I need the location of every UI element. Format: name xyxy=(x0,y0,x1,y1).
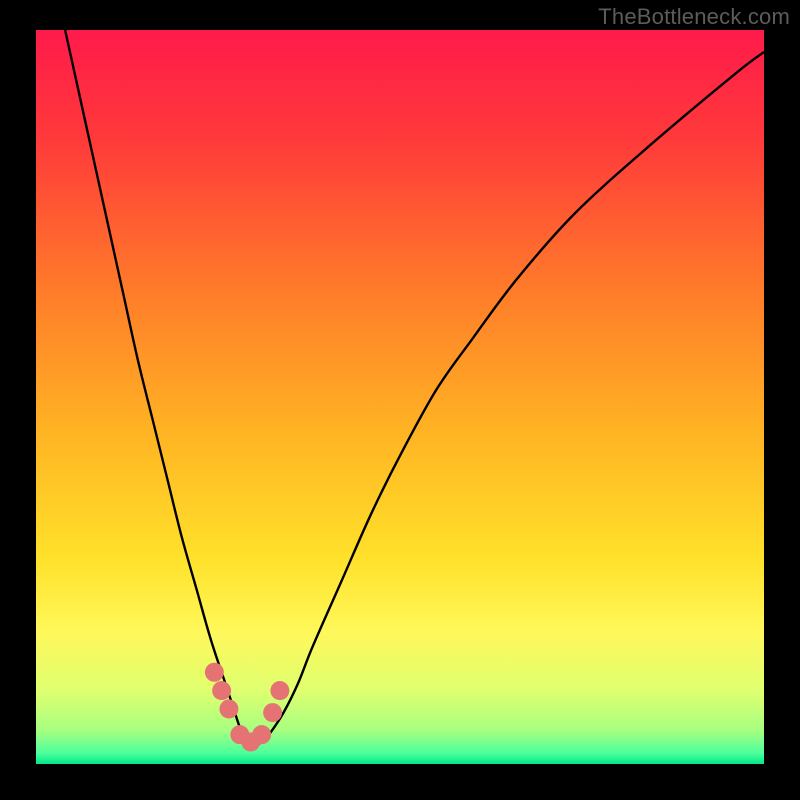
highlight-dot xyxy=(212,681,231,700)
bottleneck-curve xyxy=(65,30,764,746)
watermark-text: TheBottleneck.com xyxy=(598,4,790,30)
highlight-dot xyxy=(270,681,289,700)
highlight-dots xyxy=(205,663,289,752)
plot-area xyxy=(36,30,764,764)
highlight-dot xyxy=(219,699,238,718)
highlight-dot xyxy=(205,663,224,682)
chart-frame: TheBottleneck.com xyxy=(0,0,800,800)
highlight-dot xyxy=(263,703,282,722)
curve-layer xyxy=(36,30,764,764)
highlight-dot xyxy=(252,725,271,744)
